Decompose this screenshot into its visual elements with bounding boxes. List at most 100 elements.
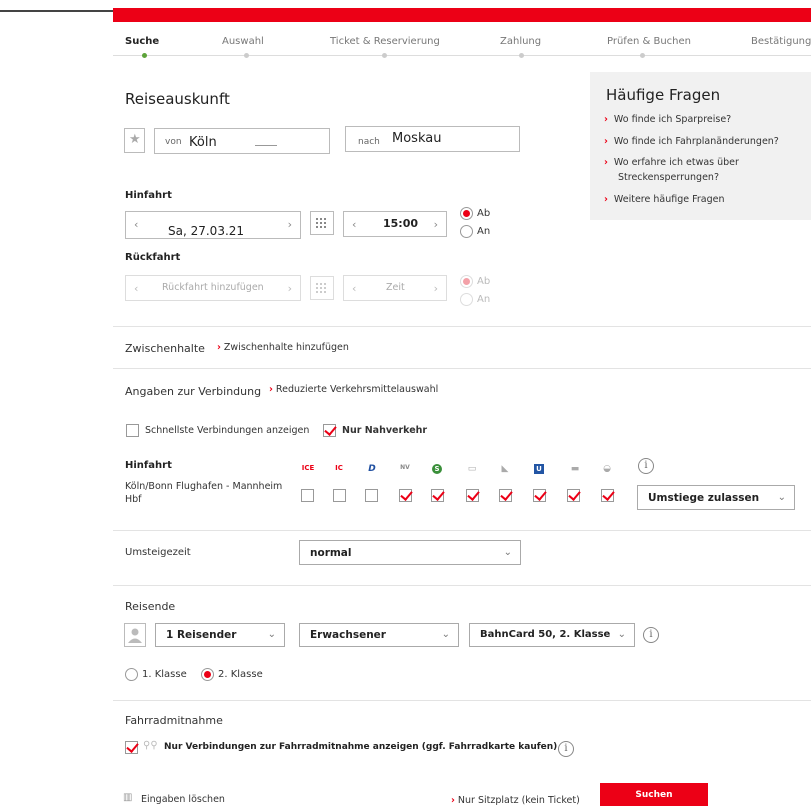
class-1-radio[interactable] <box>125 668 138 681</box>
chevron-down-icon: ⌄ <box>503 547 512 558</box>
ubahn-icon: U <box>529 464 549 474</box>
travelers-label: Reisende <box>125 600 176 613</box>
calendar-icon <box>316 283 326 293</box>
return-an-radio[interactable] <box>460 293 473 306</box>
search-button[interactable]: Suchen <box>600 783 708 806</box>
divider <box>113 585 811 586</box>
top-divider <box>0 10 113 12</box>
divider <box>113 700 811 701</box>
faq-link-sparpreise[interactable]: › Wo finde ich Sparpreise? <box>604 112 804 127</box>
calendar-button[interactable] <box>310 211 334 235</box>
mode-checkbox-s[interactable] <box>431 489 444 502</box>
ship-icon: ◣ <box>501 464 509 474</box>
transfer-time-label: Umsteigezeit <box>125 547 191 558</box>
chevron-down-icon: ⌄ <box>441 629 450 640</box>
faq-link-weitere[interactable]: › Weitere häufige Fragen <box>604 192 804 207</box>
chevron-right-icon[interactable]: › <box>288 218 292 231</box>
add-stops-link[interactable]: › Zwischenhalte hinzufügen <box>217 342 349 353</box>
mode-checkbox-bus[interactable] <box>466 489 479 502</box>
class-2-radio[interactable] <box>201 668 214 681</box>
progress-dot <box>640 53 645 58</box>
from-input[interactable]: von Köln <box>154 128 330 154</box>
chevron-left-icon[interactable]: ‹ <box>352 282 356 295</box>
divider <box>113 368 811 369</box>
mode-checkbox-ice[interactable] <box>301 489 314 502</box>
mode-checkbox-schiff[interactable] <box>499 489 512 502</box>
traveler-count-select[interactable]: 1 Reisender ⌄ <box>155 623 285 647</box>
transfer-time-select[interactable]: normal ⌄ <box>299 540 521 565</box>
chevron-right-icon[interactable]: › <box>434 282 438 295</box>
mode-checkbox-nv[interactable] <box>399 489 412 502</box>
info-icon[interactable]: i <box>638 458 654 474</box>
faq-title: Häufige Fragen <box>606 86 721 104</box>
d-train-icon: D <box>368 464 376 474</box>
bike-icon: ⚲⚲ <box>143 740 158 751</box>
stops-label: Zwischenhalte <box>125 342 205 355</box>
chevron-left-icon[interactable]: ‹ <box>134 282 138 295</box>
progress-dot-active <box>142 53 147 58</box>
mode-checkbox-u[interactable] <box>533 489 546 502</box>
step-pruefen: Prüfen & Buchen <box>607 36 691 47</box>
to-input[interactable]: nach Moskau <box>345 126 520 152</box>
progress-track <box>113 55 811 56</box>
seat-only-link[interactable]: › Nur Sitzplatz (kein Ticket) <box>451 795 580 806</box>
bus-icon: ▭ <box>467 464 477 474</box>
route-label: Köln/Bonn Flughafen - Mannheim Hbf <box>125 481 283 505</box>
outbound-title: Hinfahrt <box>125 190 172 201</box>
chevron-right-icon: › <box>451 795 455 806</box>
step-zahlung: Zahlung <box>500 36 542 47</box>
brand-bar <box>113 8 811 22</box>
return-date-input[interactable]: ‹ Rückfahrt hinzufügen › <box>125 275 301 301</box>
progress-dot <box>519 53 524 58</box>
faq-link-fahrplan[interactable]: › Wo finde ich Fahrplanänderungen? <box>604 134 804 149</box>
chevron-down-icon: ⌄ <box>267 629 276 640</box>
mode-checkbox-taxi[interactable] <box>601 489 614 502</box>
step-bestaetigung: Bestätigung <box>751 36 811 47</box>
chevron-right-icon: › <box>604 136 608 147</box>
person-icon <box>128 628 142 643</box>
chevron-right-icon[interactable]: › <box>288 282 292 295</box>
outbound-an-radio[interactable] <box>460 225 473 238</box>
ice-icon: ICE <box>301 464 315 472</box>
outbound-ab-radio[interactable] <box>460 207 473 220</box>
fastest-checkbox[interactable] <box>126 424 139 437</box>
step-ticket: Ticket & Reservierung <box>330 36 440 47</box>
chevron-down-icon: ⌄ <box>777 492 786 503</box>
chevron-right-icon: › <box>269 384 273 395</box>
bike-checkbox[interactable] <box>125 741 138 754</box>
bike-label: Fahrradmitnahme <box>125 714 223 727</box>
chevron-down-icon: ⌄ <box>617 629 626 640</box>
outbound-date-input[interactable]: ‹ Sa, 27.03.21 › <box>125 211 301 239</box>
mode-checkbox-d[interactable] <box>365 489 378 502</box>
return-calendar-button[interactable] <box>310 276 334 300</box>
mode-checkbox-ic[interactable] <box>333 489 346 502</box>
favorite-button[interactable]: ★ <box>124 128 145 153</box>
return-time-input[interactable]: ‹ Zeit › <box>343 275 447 301</box>
chevron-left-icon[interactable]: ‹ <box>352 218 356 231</box>
transfer-select[interactable]: Umstiege zulassen ⌄ <box>637 485 795 510</box>
traveler-type-select[interactable]: Erwachsener ⌄ <box>299 623 459 647</box>
page-title: Reiseauskunft <box>125 90 230 108</box>
local-only-label: Nur Nahverkehr <box>342 425 428 436</box>
info-icon[interactable]: i <box>558 741 574 757</box>
mode-checkbox-tram[interactable] <box>567 489 580 502</box>
return-ab-radio[interactable] <box>460 275 473 288</box>
outbound-time-input[interactable]: ‹ 15:00 › <box>343 211 447 237</box>
step-suche: Suche <box>125 36 160 47</box>
mode-hinfahrt-label: Hinfahrt <box>125 460 172 471</box>
chevron-right-icon[interactable]: › <box>434 218 438 231</box>
from-value: Köln <box>189 135 217 150</box>
local-only-checkbox[interactable] <box>323 424 336 437</box>
chevron-right-icon: › <box>217 342 221 353</box>
divider <box>113 530 811 531</box>
faq-link-sperrungen[interactable]: › Wo erfahre ich etwas über Streckensperr… <box>604 155 804 185</box>
chevron-right-icon: › <box>604 157 608 168</box>
taxi-icon: ◒ <box>603 464 611 474</box>
progress-dot <box>244 53 249 58</box>
star-icon: ★ <box>129 132 141 147</box>
info-icon[interactable]: i <box>643 627 659 643</box>
bahncard-select[interactable]: BahnCard 50, 2. Klasse ⌄ <box>469 623 635 647</box>
chevron-left-icon[interactable]: ‹ <box>134 218 138 231</box>
clear-inputs-link[interactable]: Eingaben löschen <box>141 794 225 805</box>
reduced-modes-link[interactable]: › Reduzierte Verkehrsmittelauswahl <box>269 384 438 395</box>
